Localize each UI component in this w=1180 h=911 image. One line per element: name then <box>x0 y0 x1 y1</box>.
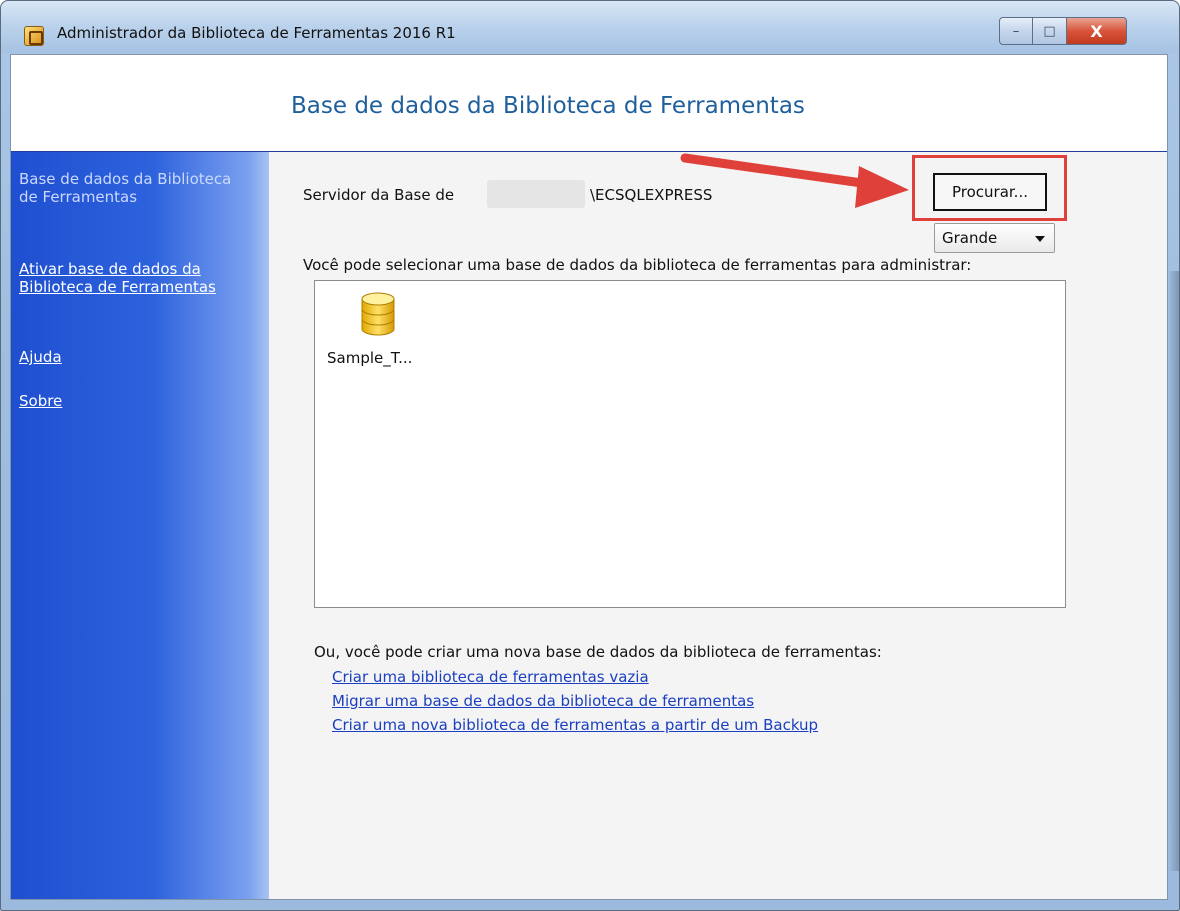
database-name: Sample_T... <box>327 349 413 367</box>
create-database-prompt: Ou, você pode criar uma nova base de dad… <box>314 643 882 661</box>
sidebar-item-activate-database[interactable]: Ativar base de dados da Biblioteca de Fe… <box>19 260 244 296</box>
page-title: Base de dados da Biblioteca de Ferrament… <box>291 93 805 119</box>
view-size-select[interactable]: Grande <box>934 223 1055 253</box>
list-item-database[interactable]: Sample_T... <box>327 291 437 371</box>
browse-button[interactable]: Procurar... <box>933 173 1047 211</box>
app-window: Administrador da Biblioteca de Ferrament… <box>0 0 1180 911</box>
close-button[interactable]: X <box>1067 17 1127 45</box>
create-from-backup-link[interactable]: Criar uma nova biblioteca de ferramentas… <box>332 716 818 734</box>
sidebar-item-about[interactable]: Sobre <box>19 392 244 410</box>
minimize-icon: – <box>1012 23 1020 39</box>
create-empty-library-link[interactable]: Criar uma biblioteca de ferramentas vazi… <box>332 668 649 686</box>
app-icon <box>24 26 44 46</box>
select-database-prompt: Você pode selecionar uma base de dados d… <box>303 256 972 274</box>
server-name-redacted <box>487 180 585 208</box>
main-pane: Servidor da Base de \ECSQLEXPRESS Procur… <box>269 151 1167 899</box>
database-list[interactable]: Sample_T... <box>314 280 1066 608</box>
database-icon <box>361 292 395 336</box>
maximize-icon: □ <box>1043 23 1056 39</box>
sidebar-item-database-current: Base de dados da Biblioteca de Ferrament… <box>19 170 232 206</box>
caption-buttons: – □ X <box>999 17 1127 45</box>
view-size-value: Grande <box>942 229 998 247</box>
migrate-database-link[interactable]: Migrar uma base de dados da biblioteca d… <box>332 692 754 710</box>
page-header: Base de dados da Biblioteca de Ferrament… <box>11 55 1167 151</box>
window-title: Administrador da Biblioteca de Ferrament… <box>57 24 456 42</box>
sidebar-item-help[interactable]: Ajuda <box>19 348 244 366</box>
sidebar: Base de dados da Biblioteca de Ferrament… <box>11 151 269 899</box>
server-label: Servidor da Base de <box>303 186 455 204</box>
close-icon: X <box>1090 21 1103 41</box>
minimize-button[interactable]: – <box>999 17 1033 45</box>
red-arrow-annotation <box>680 153 909 208</box>
chevron-down-icon <box>1035 236 1045 242</box>
client-area: Base de dados da Biblioteca de Ferrament… <box>10 54 1168 900</box>
window-edge <box>1169 271 1179 871</box>
maximize-button[interactable]: □ <box>1033 17 1067 45</box>
title-bar[interactable]: Administrador da Biblioteca de Ferrament… <box>1 1 1179 53</box>
